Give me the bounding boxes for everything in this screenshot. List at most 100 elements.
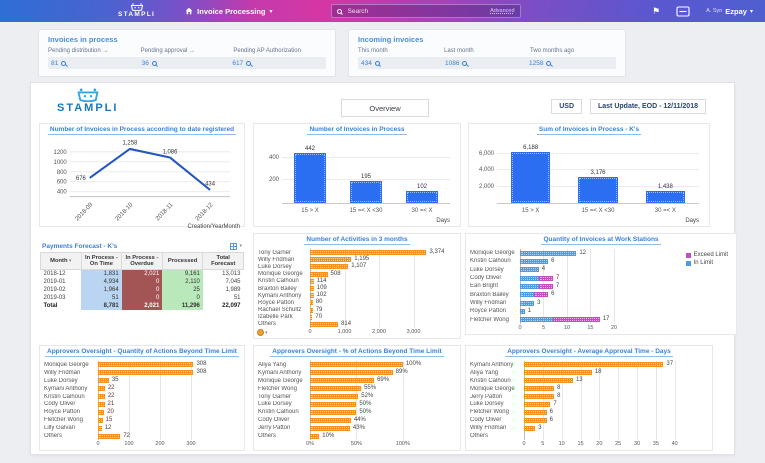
bar-fletcher-wong-in-limit[interactable] (520, 317, 553, 323)
x-tick: 1,000 (337, 329, 352, 335)
bar-monique-george[interactable] (524, 386, 555, 392)
bar-others[interactable] (310, 433, 320, 439)
nav-label: Invoice Processing (197, 6, 266, 16)
bar-cody-oliver[interactable] (310, 417, 351, 423)
search-input[interactable] (345, 6, 487, 16)
user-menu[interactable]: A. Syn Ezpay ▾ (706, 7, 753, 16)
two-months-ago-value[interactable]: 1258 (529, 60, 613, 67)
pending-distribution-value[interactable]: 81 (51, 60, 142, 67)
bar-others[interactable] (98, 433, 121, 439)
chart-options[interactable]: ▾ (257, 329, 268, 336)
bar-aliya-yang[interactable] (310, 362, 403, 368)
bar-monique-george[interactable] (310, 271, 328, 277)
pending-ap-authorization-value[interactable]: 617 (232, 60, 323, 67)
bar-monique-george-in-limit[interactable] (520, 250, 577, 256)
legend: Exceed Limit In Limit (685, 252, 728, 266)
advanced-search-link[interactable]: Advanced (490, 8, 514, 14)
bar-15-x-30[interactable] (349, 180, 383, 203)
category-label: Kymani Anthony (44, 385, 88, 392)
bar-value: 814 (341, 320, 352, 327)
category-label: Others (44, 433, 63, 440)
scanner-icon[interactable] (676, 5, 690, 17)
bar-tony-garner[interactable] (310, 250, 427, 256)
dashboard-panel: STAMPLI Overview USD Last Update, EOD - … (30, 82, 737, 455)
chart-row: Willy Fridman 1,195 (258, 256, 436, 263)
bar-kymani-anthony[interactable] (310, 293, 314, 299)
search-bar[interactable]: Advanced (330, 4, 521, 18)
bar-fletcher-wong[interactable] (524, 409, 547, 415)
this-month-value[interactable]: 434 (361, 60, 445, 67)
bar-monique-george[interactable] (98, 362, 194, 368)
bar-monique-george[interactable] (310, 378, 375, 384)
bar-15-x[interactable] (511, 152, 551, 203)
bar-willy-fridman[interactable] (524, 425, 536, 431)
bar-fletcher-wong[interactable] (98, 417, 103, 423)
table-options[interactable]: ▾ (230, 242, 242, 250)
bar-fletcher-wong[interactable] (310, 386, 362, 392)
dashboard-header-right: USD Last Update, EOD - 12/11/2018 (551, 99, 706, 114)
cell: 0 (121, 277, 163, 286)
bar-braxton-bailey-exceed-limit[interactable] (534, 292, 549, 298)
x-tick: 30 (633, 441, 641, 447)
bar-rachael-schultz[interactable] (310, 307, 313, 313)
bar-luke-dorsey[interactable] (310, 401, 357, 407)
bar-ean-bright-in-limit[interactable] (520, 283, 539, 289)
bar-kristin-calhoun-in-limit[interactable] (520, 258, 549, 264)
column-header-month[interactable]: Month ▾ (40, 252, 82, 270)
x-category: 15 > X (301, 208, 319, 214)
bar-braxton-bailey[interactable] (310, 286, 314, 292)
work-stations-panel: Quantity of Invoices at Work Stations Mo… (465, 233, 737, 335)
bar-royce-patton-in-limit[interactable] (520, 308, 525, 314)
pending-approval-value[interactable]: 36 (142, 60, 233, 67)
bar-royce-patton[interactable] (310, 300, 313, 306)
bar-kristin-calhoun[interactable] (310, 409, 357, 415)
chart-title: Number of Activities in 3 months (304, 236, 410, 245)
bar-kristin-calhoun[interactable] (310, 278, 314, 284)
bar-fletcher-wong-exceed-limit[interactable] (552, 317, 600, 323)
nav-invoice-processing[interactable]: Invoice Processing ▾ (185, 6, 273, 16)
user-name: Ezpay (725, 6, 747, 16)
bar-kymani-anthony[interactable] (310, 370, 393, 376)
bar-kymani-anthony[interactable] (524, 362, 664, 368)
stat-values: 434 1086 1258 (358, 57, 616, 69)
bar-cody-oliver[interactable] (98, 401, 105, 407)
incoming-invoices-card: Incoming invoices This month Last month … (348, 29, 626, 77)
bar-tony-garner[interactable] (310, 394, 359, 400)
bar-ean-bright-exceed-limit[interactable] (538, 283, 553, 289)
chart-row: Lilly Galvan 12 (44, 424, 222, 432)
chart-row: Aliya Yang 100% (258, 361, 440, 369)
bar-luke-dorsey[interactable] (524, 401, 551, 407)
category-label: Royce Patton (258, 299, 295, 306)
bar-others[interactable] (310, 321, 339, 327)
bar-lilly-galvan[interactable] (98, 425, 102, 431)
bar-willy-fridman[interactable] (98, 370, 194, 376)
bar-izabelle-park[interactable] (310, 314, 313, 320)
month-filter-icon[interactable]: ▾ (68, 258, 72, 264)
bar-royce-patton[interactable] (98, 409, 105, 415)
bar-cody-oliver-exceed-limit[interactable] (538, 275, 553, 281)
category-label: Monique George (258, 377, 303, 384)
bar-luke-dorsey[interactable] (98, 378, 109, 384)
bar-kristin-calhoun[interactable] (98, 394, 105, 400)
bar-jerry-patton[interactable] (310, 425, 350, 431)
flag-icon[interactable]: ⚑ (652, 6, 660, 16)
bar-kymani-anthony[interactable] (98, 386, 105, 392)
bar-kristin-calhoun[interactable] (524, 378, 573, 384)
bar-jerry-patton[interactable] (524, 394, 555, 400)
bar-value: 80 (315, 299, 323, 306)
bar-cody-oliver-in-limit[interactable] (520, 275, 539, 281)
cell: 2019-03 (43, 294, 66, 301)
bar-15-x[interactable] (293, 152, 327, 203)
bar-15-x-30[interactable] (578, 176, 618, 203)
bar-willy-fridman-in-limit[interactable] (520, 300, 535, 306)
bar-braxton-bailey-in-limit[interactable] (520, 292, 535, 298)
bar-willy-fridman[interactable] (310, 257, 352, 263)
tab-overview[interactable]: Overview (341, 99, 429, 117)
bar-30-x[interactable] (645, 191, 685, 203)
bar-aliya-yang[interactable] (524, 370, 592, 376)
last-month-value[interactable]: 1086 (445, 60, 529, 67)
bar-luke-dorsey[interactable] (310, 264, 349, 270)
bar-luke-dorsey-in-limit[interactable] (520, 267, 539, 273)
bar-30-x[interactable] (405, 191, 439, 203)
bar-cody-oliver[interactable] (524, 417, 547, 423)
